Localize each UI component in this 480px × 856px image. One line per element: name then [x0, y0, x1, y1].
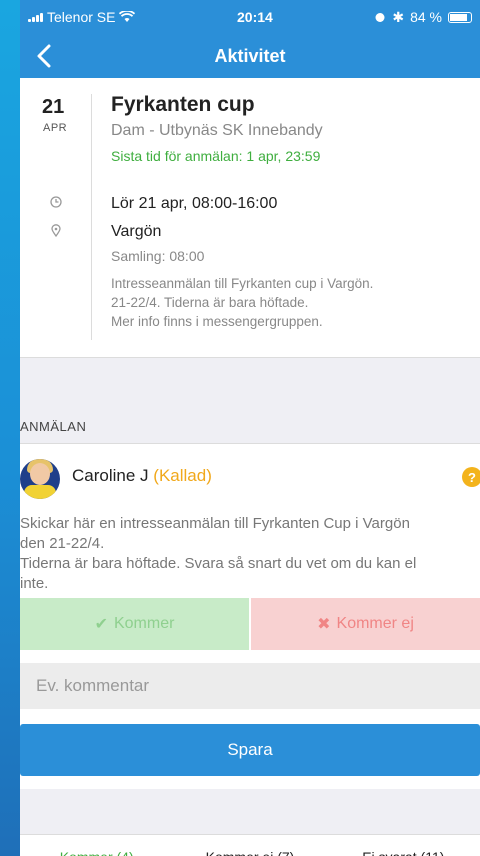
back-chevron-icon[interactable]: [30, 41, 60, 71]
event-title: Fyrkanten cup: [111, 93, 255, 116]
help-icon[interactable]: ?: [462, 467, 480, 487]
app-screen: Telenor SE 20:14 ✱ 84 % Aktivitet 21 APR…: [20, 0, 480, 856]
invite-message: Skickar här en intresseanmälan till Fyrk…: [20, 514, 480, 594]
tab-not-attending[interactable]: Kommer ej (7): [173, 835, 326, 856]
message-line: den 21-22/4.: [20, 535, 105, 552]
member-name-text: Caroline J: [72, 466, 149, 485]
event-details: Fyrkanten cup Dam - Utbynäs SK Innebandy…: [92, 78, 480, 357]
response-buttons: ✔ Kommer ✖ Kommer ej: [20, 598, 480, 650]
status-right: ✱ 84 %: [374, 9, 472, 26]
event-day: 21: [42, 96, 65, 118]
member-name: Caroline J (Kallad): [72, 466, 212, 486]
bluetooth-icon: ✱: [392, 8, 405, 25]
description-line: Intresseanmälan till Fyrkanten cup i Var…: [111, 276, 374, 291]
page-title: Aktivitet: [214, 45, 286, 66]
tab-no-reply[interactable]: Ej svarat (11): [327, 835, 480, 856]
event-time: Lör 21 apr, 08:00-16:00: [111, 195, 278, 212]
tab-attending[interactable]: Kommer (4): [20, 835, 173, 856]
event-description: Intresseanmälan till Fyrkanten cup i Var…: [111, 274, 466, 331]
save-button[interactable]: Spara: [20, 724, 480, 776]
decline-label: Kommer ej: [336, 615, 414, 632]
avatar: [20, 459, 60, 499]
event-date-column: 21 APR: [20, 78, 92, 357]
event-location: Vargön: [111, 223, 162, 240]
message-line: Skickar här en intresseanmälan till Fyrk…: [20, 515, 410, 532]
battery-percent: 84 %: [410, 9, 442, 25]
description-line: Mer info finns i messengergruppen.: [111, 314, 323, 329]
status-bar: Telenor SE 20:14 ✱ 84 %: [20, 0, 480, 34]
checkmark-icon: ✔: [94, 616, 108, 633]
signup-card: Caroline J (Kallad) ? Skickar här en int…: [20, 444, 480, 789]
carrier-label: Telenor SE: [47, 9, 116, 25]
message-line: Tiderna är bara höftade. Svara så snart …: [20, 555, 417, 572]
response-tabs: Kommer (4) Kommer ej (7) Ej svarat (11): [20, 834, 480, 856]
clock: 20:14: [237, 9, 273, 25]
carrier-area: Telenor SE: [28, 9, 136, 25]
member-status: (Kallad): [153, 466, 212, 485]
decline-button[interactable]: ✖ Kommer ej: [251, 598, 480, 650]
battery-icon: [447, 11, 472, 23]
attend-button[interactable]: ✔ Kommer: [20, 598, 249, 650]
description-line: 21-22/4. Tiderna är bara höftade.: [111, 295, 309, 310]
signup-deadline: Sista tid för anmälan: 1 apr, 23:59: [111, 148, 321, 164]
message-line: inte.: [20, 575, 49, 592]
location-pin-icon: [51, 224, 61, 237]
wifi-icon: [119, 11, 136, 22]
signal-icon: [28, 12, 43, 22]
attend-label: Kommer: [113, 615, 175, 632]
event-month: APR: [43, 122, 68, 134]
navigation-bar: Aktivitet: [20, 34, 480, 78]
comment-input[interactable]: [20, 663, 480, 709]
cross-icon: ✖: [317, 616, 331, 633]
section-heading: ANMÄLAN: [20, 410, 480, 444]
alarm-icon: [375, 13, 385, 22]
event-team: Dam - Utbynäs SK Innebandy: [111, 122, 323, 139]
event-card: 21 APR Fyrkanten cup Dam - Utbynäs SK In…: [20, 78, 480, 358]
clock-icon: [50, 196, 62, 208]
event-gathering: Samling: 08:00: [111, 248, 205, 264]
